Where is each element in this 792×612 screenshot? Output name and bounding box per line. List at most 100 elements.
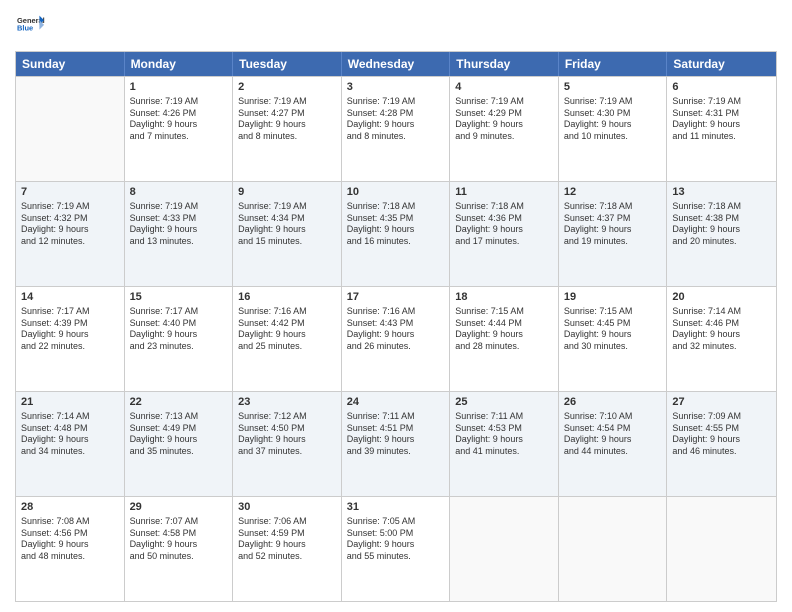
cell-info: Sunrise: 7:14 AM Sunset: 4:46 PM Dayligh…	[672, 306, 771, 353]
cal-cell: 5Sunrise: 7:19 AM Sunset: 4:30 PM Daylig…	[559, 77, 668, 181]
day-number: 15	[130, 290, 228, 305]
cell-info: Sunrise: 7:13 AM Sunset: 4:49 PM Dayligh…	[130, 411, 228, 458]
day-number: 8	[130, 185, 228, 200]
logo: General Blue	[15, 10, 45, 43]
day-number: 2	[238, 80, 336, 95]
cal-cell: 24Sunrise: 7:11 AM Sunset: 4:51 PM Dayli…	[342, 392, 451, 496]
cal-cell: 28Sunrise: 7:08 AM Sunset: 4:56 PM Dayli…	[16, 497, 125, 601]
header-cell-wednesday: Wednesday	[342, 52, 451, 76]
cal-cell: 1Sunrise: 7:19 AM Sunset: 4:26 PM Daylig…	[125, 77, 234, 181]
cell-info: Sunrise: 7:19 AM Sunset: 4:34 PM Dayligh…	[238, 201, 336, 248]
day-number: 26	[564, 395, 662, 410]
cell-info: Sunrise: 7:18 AM Sunset: 4:35 PM Dayligh…	[347, 201, 445, 248]
day-number: 5	[564, 80, 662, 95]
day-number: 25	[455, 395, 553, 410]
cell-info: Sunrise: 7:18 AM Sunset: 4:36 PM Dayligh…	[455, 201, 553, 248]
cal-cell: 8Sunrise: 7:19 AM Sunset: 4:33 PM Daylig…	[125, 182, 234, 286]
cal-cell: 23Sunrise: 7:12 AM Sunset: 4:50 PM Dayli…	[233, 392, 342, 496]
day-number: 19	[564, 290, 662, 305]
cal-cell	[559, 497, 668, 601]
day-number: 9	[238, 185, 336, 200]
day-number: 20	[672, 290, 771, 305]
calendar-row-3: 14Sunrise: 7:17 AM Sunset: 4:39 PM Dayli…	[16, 286, 776, 391]
cal-cell	[667, 497, 776, 601]
day-number: 11	[455, 185, 553, 200]
cal-cell: 3Sunrise: 7:19 AM Sunset: 4:28 PM Daylig…	[342, 77, 451, 181]
cal-cell: 30Sunrise: 7:06 AM Sunset: 4:59 PM Dayli…	[233, 497, 342, 601]
cell-info: Sunrise: 7:11 AM Sunset: 4:53 PM Dayligh…	[455, 411, 553, 458]
cal-cell: 12Sunrise: 7:18 AM Sunset: 4:37 PM Dayli…	[559, 182, 668, 286]
cal-cell: 20Sunrise: 7:14 AM Sunset: 4:46 PM Dayli…	[667, 287, 776, 391]
cell-info: Sunrise: 7:05 AM Sunset: 5:00 PM Dayligh…	[347, 516, 445, 563]
page: General Blue SundayMondayTuesdayWednesda…	[0, 0, 792, 612]
cal-cell: 29Sunrise: 7:07 AM Sunset: 4:58 PM Dayli…	[125, 497, 234, 601]
cell-info: Sunrise: 7:19 AM Sunset: 4:28 PM Dayligh…	[347, 96, 445, 143]
cal-cell: 19Sunrise: 7:15 AM Sunset: 4:45 PM Dayli…	[559, 287, 668, 391]
cal-cell: 18Sunrise: 7:15 AM Sunset: 4:44 PM Dayli…	[450, 287, 559, 391]
cell-info: Sunrise: 7:19 AM Sunset: 4:27 PM Dayligh…	[238, 96, 336, 143]
cal-cell: 27Sunrise: 7:09 AM Sunset: 4:55 PM Dayli…	[667, 392, 776, 496]
day-number: 27	[672, 395, 771, 410]
header-cell-thursday: Thursday	[450, 52, 559, 76]
cal-cell	[16, 77, 125, 181]
cell-info: Sunrise: 7:11 AM Sunset: 4:51 PM Dayligh…	[347, 411, 445, 458]
day-number: 17	[347, 290, 445, 305]
cell-info: Sunrise: 7:12 AM Sunset: 4:50 PM Dayligh…	[238, 411, 336, 458]
cal-cell: 7Sunrise: 7:19 AM Sunset: 4:32 PM Daylig…	[16, 182, 125, 286]
cell-info: Sunrise: 7:19 AM Sunset: 4:32 PM Dayligh…	[21, 201, 119, 248]
cell-info: Sunrise: 7:17 AM Sunset: 4:39 PM Dayligh…	[21, 306, 119, 353]
header-cell-tuesday: Tuesday	[233, 52, 342, 76]
cell-info: Sunrise: 7:08 AM Sunset: 4:56 PM Dayligh…	[21, 516, 119, 563]
cell-info: Sunrise: 7:14 AM Sunset: 4:48 PM Dayligh…	[21, 411, 119, 458]
cell-info: Sunrise: 7:19 AM Sunset: 4:33 PM Dayligh…	[130, 201, 228, 248]
cell-info: Sunrise: 7:19 AM Sunset: 4:31 PM Dayligh…	[672, 96, 771, 143]
cell-info: Sunrise: 7:17 AM Sunset: 4:40 PM Dayligh…	[130, 306, 228, 353]
cal-cell: 14Sunrise: 7:17 AM Sunset: 4:39 PM Dayli…	[16, 287, 125, 391]
cell-info: Sunrise: 7:19 AM Sunset: 4:29 PM Dayligh…	[455, 96, 553, 143]
day-number: 28	[21, 500, 119, 515]
cell-info: Sunrise: 7:15 AM Sunset: 4:44 PM Dayligh…	[455, 306, 553, 353]
cal-cell: 13Sunrise: 7:18 AM Sunset: 4:38 PM Dayli…	[667, 182, 776, 286]
calendar-row-1: 1Sunrise: 7:19 AM Sunset: 4:26 PM Daylig…	[16, 76, 776, 181]
day-number: 7	[21, 185, 119, 200]
day-number: 1	[130, 80, 228, 95]
day-number: 14	[21, 290, 119, 305]
header-cell-sunday: Sunday	[16, 52, 125, 76]
cal-cell: 16Sunrise: 7:16 AM Sunset: 4:42 PM Dayli…	[233, 287, 342, 391]
day-number: 22	[130, 395, 228, 410]
cal-cell: 2Sunrise: 7:19 AM Sunset: 4:27 PM Daylig…	[233, 77, 342, 181]
day-number: 24	[347, 395, 445, 410]
cal-cell: 4Sunrise: 7:19 AM Sunset: 4:29 PM Daylig…	[450, 77, 559, 181]
cell-info: Sunrise: 7:09 AM Sunset: 4:55 PM Dayligh…	[672, 411, 771, 458]
cell-info: Sunrise: 7:19 AM Sunset: 4:26 PM Dayligh…	[130, 96, 228, 143]
cell-info: Sunrise: 7:07 AM Sunset: 4:58 PM Dayligh…	[130, 516, 228, 563]
cal-cell	[450, 497, 559, 601]
cal-cell: 17Sunrise: 7:16 AM Sunset: 4:43 PM Dayli…	[342, 287, 451, 391]
calendar-body: 1Sunrise: 7:19 AM Sunset: 4:26 PM Daylig…	[16, 76, 776, 601]
day-number: 18	[455, 290, 553, 305]
day-number: 4	[455, 80, 553, 95]
cell-info: Sunrise: 7:10 AM Sunset: 4:54 PM Dayligh…	[564, 411, 662, 458]
cell-info: Sunrise: 7:19 AM Sunset: 4:30 PM Dayligh…	[564, 96, 662, 143]
day-number: 23	[238, 395, 336, 410]
cal-cell: 26Sunrise: 7:10 AM Sunset: 4:54 PM Dayli…	[559, 392, 668, 496]
cal-cell: 6Sunrise: 7:19 AM Sunset: 4:31 PM Daylig…	[667, 77, 776, 181]
day-number: 30	[238, 500, 336, 515]
day-number: 16	[238, 290, 336, 305]
cal-cell: 31Sunrise: 7:05 AM Sunset: 5:00 PM Dayli…	[342, 497, 451, 601]
cal-cell: 10Sunrise: 7:18 AM Sunset: 4:35 PM Dayli…	[342, 182, 451, 286]
day-number: 3	[347, 80, 445, 95]
cell-info: Sunrise: 7:16 AM Sunset: 4:43 PM Dayligh…	[347, 306, 445, 353]
cal-cell: 21Sunrise: 7:14 AM Sunset: 4:48 PM Dayli…	[16, 392, 125, 496]
cal-cell: 11Sunrise: 7:18 AM Sunset: 4:36 PM Dayli…	[450, 182, 559, 286]
cal-cell: 9Sunrise: 7:19 AM Sunset: 4:34 PM Daylig…	[233, 182, 342, 286]
day-number: 6	[672, 80, 771, 95]
logo-text: General Blue	[15, 10, 45, 43]
day-number: 12	[564, 185, 662, 200]
cell-info: Sunrise: 7:18 AM Sunset: 4:37 PM Dayligh…	[564, 201, 662, 248]
calendar-row-4: 21Sunrise: 7:14 AM Sunset: 4:48 PM Dayli…	[16, 391, 776, 496]
calendar-row-2: 7Sunrise: 7:19 AM Sunset: 4:32 PM Daylig…	[16, 181, 776, 286]
header: General Blue	[15, 10, 777, 43]
day-number: 31	[347, 500, 445, 515]
header-cell-monday: Monday	[125, 52, 234, 76]
